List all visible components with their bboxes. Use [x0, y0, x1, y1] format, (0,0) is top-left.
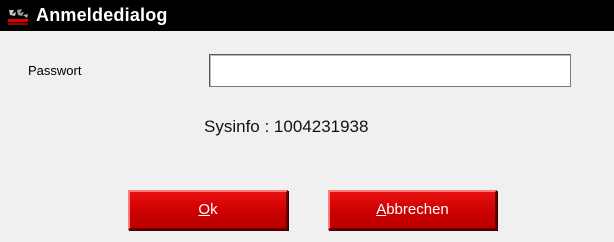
sysinfo-text: Sysinfo : 1004231938 — [204, 117, 369, 136]
window-title: Anmeldedialog — [36, 5, 168, 25]
cancel-button-mnemonic: A — [376, 201, 387, 218]
password-input[interactable] — [209, 54, 571, 87]
cancel-button[interactable]: Abbrechen — [328, 190, 497, 230]
cancel-button-label-rest: bbrechen — [386, 201, 449, 218]
app-logo-icon — [6, 7, 30, 27]
ok-button[interactable]: Ok — [128, 190, 288, 230]
login-dialog: Anmeldedialog Passwort Sysinfo : 1004231… — [0, 0, 614, 242]
password-label: Passwort — [28, 63, 82, 78]
ok-button-label-rest: k — [210, 201, 218, 218]
title-bar: Anmeldedialog — [0, 0, 614, 31]
ok-button-mnemonic: O — [198, 201, 211, 218]
